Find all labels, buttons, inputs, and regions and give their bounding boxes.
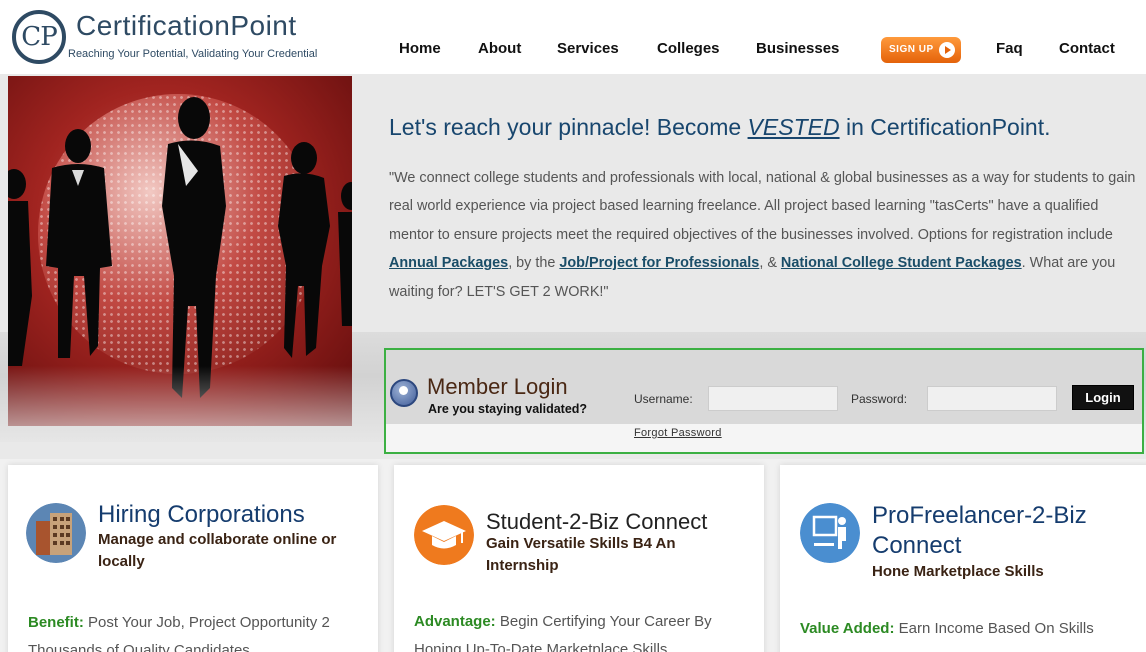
- nav-faq[interactable]: Faq: [996, 40, 1023, 57]
- national-college-packages-link[interactable]: National College Student Packages: [781, 255, 1022, 271]
- username-input[interactable]: [708, 386, 838, 411]
- logo-tagline: Reaching Your Potential, Validating Your…: [68, 48, 318, 60]
- card-text: Earn Income Based On Skills: [894, 620, 1094, 637]
- login-bar-lower: [386, 424, 1142, 452]
- signup-button[interactable]: SIGN UP: [881, 37, 961, 63]
- nav-services[interactable]: Services: [557, 40, 619, 57]
- signup-label: SIGN UP: [889, 44, 934, 55]
- card-student-2-biz: Student-2-Biz Connect Gain Versatile Ski…: [394, 465, 764, 652]
- annual-packages-link[interactable]: Annual Packages: [389, 255, 508, 271]
- hero-headline: Let's reach your pinnacle! Become VESTED…: [389, 114, 1051, 141]
- card-subtitle: Hone Marketplace Skills: [872, 563, 1044, 580]
- nav-businesses[interactable]: Businesses: [756, 40, 839, 57]
- logo-mark: CP: [12, 10, 66, 64]
- login-button[interactable]: Login: [1072, 385, 1134, 410]
- site-header: CP CertificationPoint Reaching Your Pote…: [0, 0, 1146, 74]
- nav-about[interactable]: About: [478, 40, 521, 57]
- feature-cards: Hiring Corporations Manage and collabora…: [0, 459, 1146, 652]
- card-hiring-corporations: Hiring Corporations Manage and collabora…: [8, 465, 378, 652]
- forgot-password-link[interactable]: Forgot Password: [634, 427, 722, 439]
- card-body: Advantage: Begin Certifying Your Career …: [414, 608, 754, 652]
- password-input[interactable]: [927, 386, 1057, 411]
- card-title: Hiring Corporations: [98, 501, 305, 528]
- hero-text-3: , &: [759, 255, 781, 272]
- play-arrow-icon: [939, 42, 955, 58]
- card-body: Benefit: Post Your Job, Project Opportun…: [28, 609, 368, 652]
- logo[interactable]: CP CertificationPoint Reaching Your Pote…: [12, 8, 352, 66]
- username-label: Username:: [634, 392, 693, 406]
- headline-vested: VESTED: [747, 114, 840, 140]
- password-label: Password:: [851, 392, 908, 406]
- card-lead: Benefit:: [28, 614, 84, 631]
- member-user-icon: [390, 379, 418, 407]
- hero-text-2: , by the: [508, 255, 560, 272]
- main-nav: Home About Services Colleges Businesses …: [390, 36, 1130, 66]
- hero-floor-reflection: [8, 366, 352, 426]
- nav-colleges[interactable]: Colleges: [657, 40, 720, 57]
- login-subtitle: Are you staying validated?: [428, 402, 588, 416]
- page: CP CertificationPoint Reaching Your Pote…: [0, 0, 1146, 652]
- hero-image: [8, 76, 352, 426]
- building-icon: [26, 503, 86, 563]
- card-subtitle: Manage and collaborate online or locally: [98, 531, 337, 570]
- headline-post: in CertificationPoint.: [839, 114, 1051, 140]
- job-project-professionals-link[interactable]: Job/Project for Professionals: [559, 255, 759, 271]
- member-login-panel: Member Login Are you staying validated? …: [384, 348, 1144, 454]
- nav-contact[interactable]: Contact: [1059, 40, 1115, 57]
- graduation-cap-icon: [414, 505, 474, 565]
- card-body: Value Added: Earn Income Based On Skills: [800, 615, 1140, 643]
- logo-name: CertificationPoint: [76, 10, 297, 41]
- login-title: Member Login: [427, 374, 568, 399]
- presenter-icon: [800, 503, 860, 563]
- nav-home[interactable]: Home: [399, 40, 441, 57]
- card-profreelancer-2-biz: ProFreelancer-2-Biz Connect Hone Marketp…: [780, 465, 1146, 652]
- headline-pre: Let's reach your pinnacle! Become: [389, 114, 748, 140]
- hero-text-1: "We connect college students and profess…: [389, 170, 1136, 243]
- hero-description: "We connect college students and profess…: [389, 164, 1139, 306]
- card-title: ProFreelancer-2-Biz Connect: [872, 502, 1087, 559]
- card-subtitle: Gain Versatile Skills B4 An Internship: [486, 535, 676, 574]
- card-lead: Value Added:: [800, 620, 895, 637]
- card-lead: Advantage:: [414, 613, 496, 630]
